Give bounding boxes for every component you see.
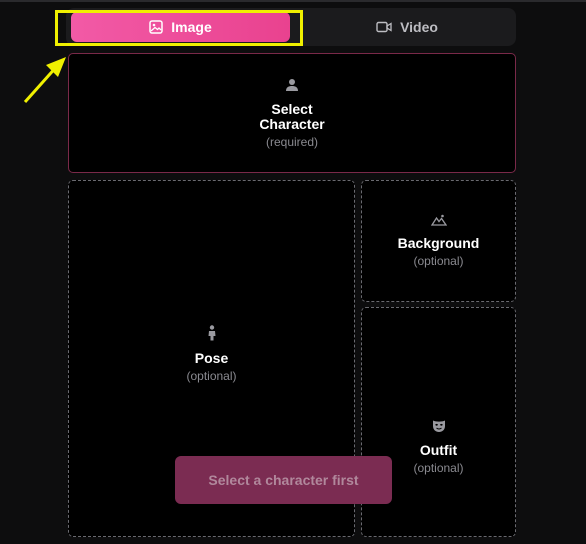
tab-video[interactable]: Video [304,12,510,42]
video-camera-icon [376,21,392,33]
pose-title: Pose [194,349,229,366]
background-hint: (optional) [413,254,464,268]
outfit-hint: (optional) [413,461,464,475]
select-character-title: Select Character [259,100,325,132]
generate-button-disabled[interactable]: Select a character first [175,456,392,504]
outfit-title: Outfit [419,442,458,458]
figure-icon [208,324,215,340]
tab-video-label: Video [400,19,438,35]
landscape-icon [430,214,447,226]
pose-hint: (optional) [186,368,237,383]
select-character-hint: (required) [265,134,319,149]
image-icon [149,20,164,34]
annotation-arrow-icon [23,57,66,103]
select-character-slot[interactable]: Select Character (required) [68,53,516,173]
person-icon [286,78,298,91]
tab-image[interactable]: Image [71,12,290,42]
mode-tab-bar: Image Video [66,8,516,46]
tab-image-label: Image [171,19,212,35]
background-slot[interactable]: Background (optional) [361,180,516,302]
top-divider [0,0,586,2]
background-title: Background [397,235,480,251]
mask-icon [432,420,445,432]
